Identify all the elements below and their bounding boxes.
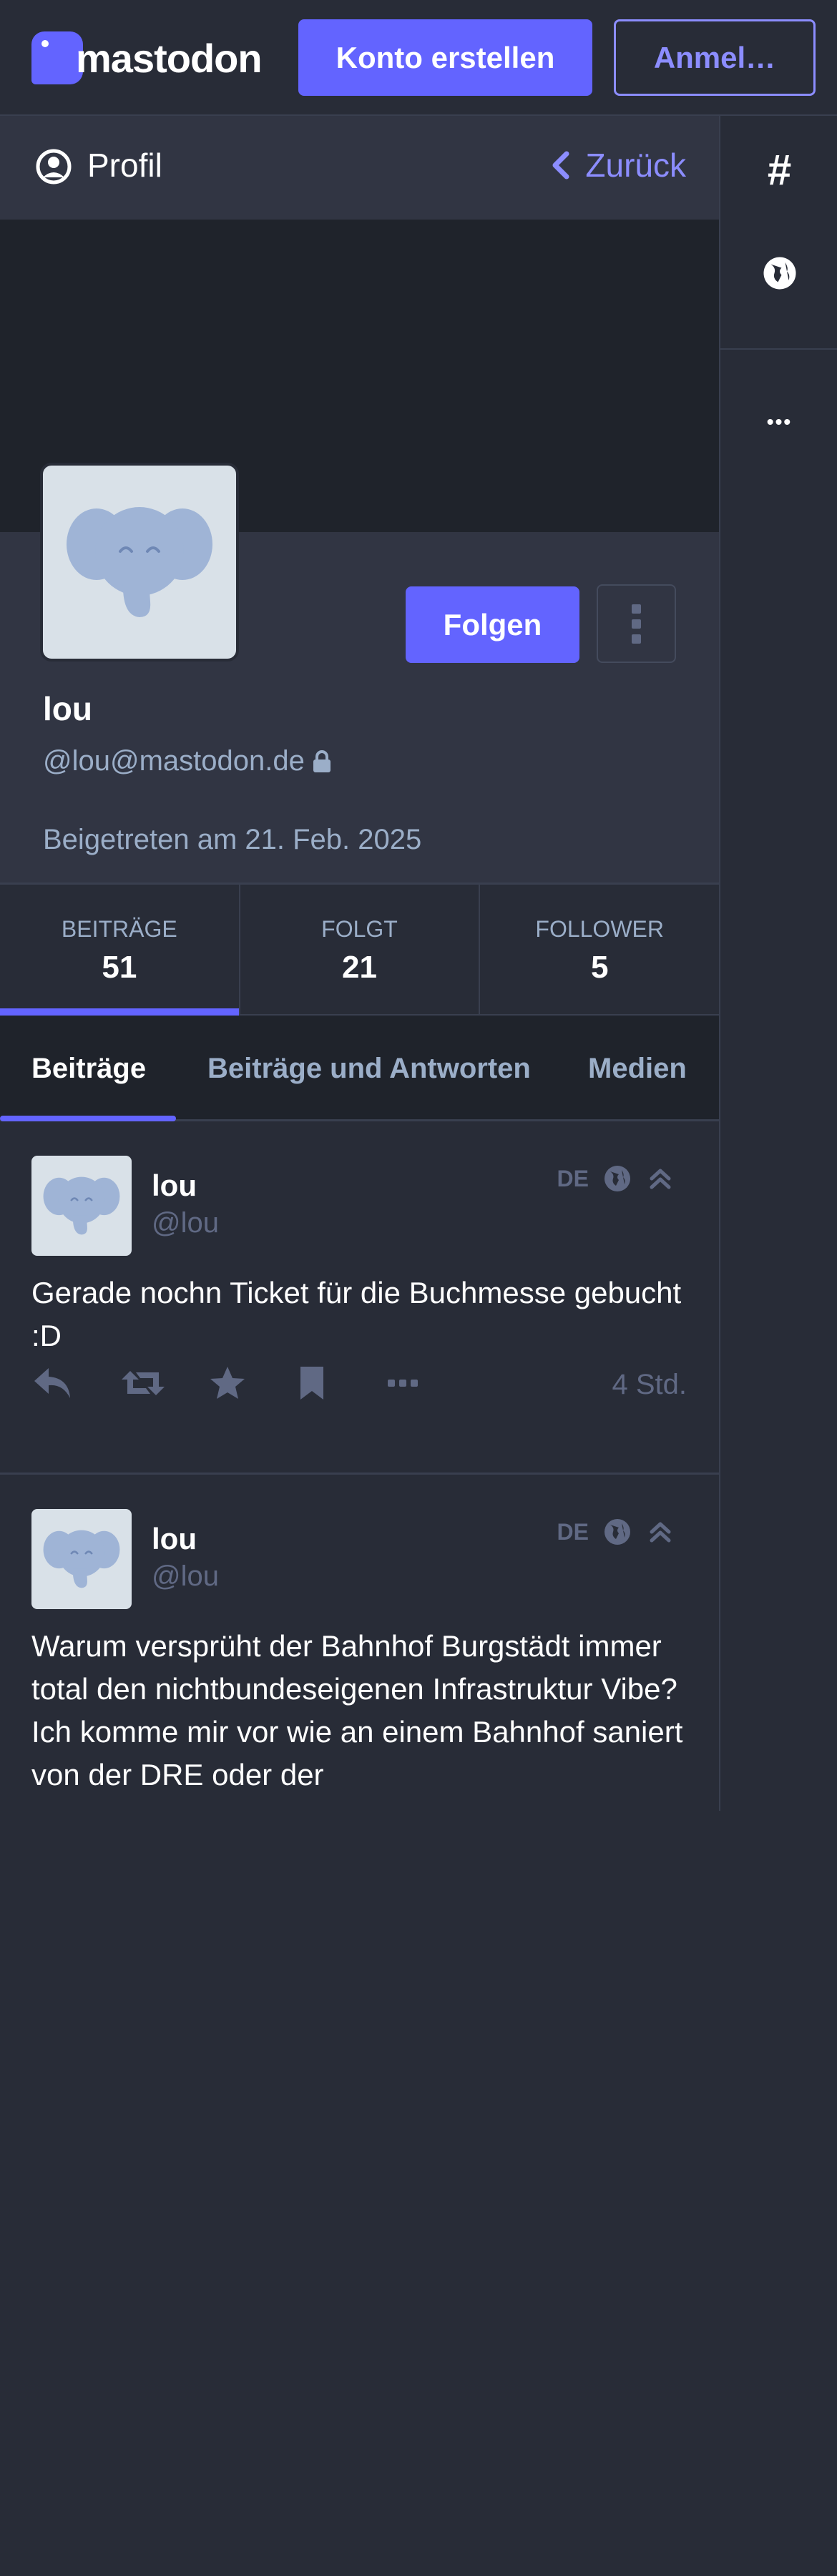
back-label: Zurück: [585, 147, 686, 184]
status-time[interactable]: 4 Std.: [612, 1369, 690, 1401]
tab-posts[interactable]: Beiträge: [31, 1016, 146, 1121]
globe-icon: [763, 257, 796, 290]
status-display-name[interactable]: lou: [152, 1522, 197, 1556]
top-bar: mastodon Konto erstellen Anmel…: [0, 0, 837, 116]
more-icon: [388, 1379, 418, 1387]
status-handle[interactable]: @lou: [152, 1207, 219, 1239]
collapse-icon[interactable]: [646, 1518, 675, 1546]
profile-counters: BEITRÄGE 51 FOLGT 21 FOLLOWER 5: [0, 883, 719, 1016]
active-tab-indicator: [0, 1116, 176, 1121]
counter-value: 51: [102, 950, 137, 985]
status-avatar[interactable]: [31, 1509, 132, 1609]
joined-date: Beigetreten am 21. Feb. 2025: [43, 824, 422, 855]
column-title: Profil: [87, 147, 162, 184]
language-badge: DE: [557, 1165, 589, 1191]
collapse-icon[interactable]: [646, 1164, 675, 1193]
logo-text: mastodon: [76, 35, 263, 81]
column-header: Profil Zurück: [0, 116, 719, 220]
status-content: Gerade nochn Ticket für die Buchmesse ge…: [31, 1276, 682, 1352]
display-name: lou: [43, 690, 92, 727]
profile-tabs: Beiträge Beiträge und Antworten Medien: [0, 1016, 719, 1121]
menu-dot: [632, 619, 641, 629]
reply-button[interactable]: [31, 1365, 120, 1405]
status-action-bar: 4 Std.: [31, 1356, 690, 1413]
bookmark-icon: [300, 1366, 323, 1400]
create-account-button[interactable]: Konto erstellen: [298, 19, 592, 96]
status-item[interactable]: lou @lou DE Gerade nochn Ticket für die …: [0, 1121, 719, 1475]
favourite-button[interactable]: [209, 1365, 298, 1405]
tab-posts-and-replies[interactable]: Beiträge und Antworten: [207, 1016, 531, 1121]
counter-label: FOLGT: [321, 916, 398, 942]
counter-label: BEITRÄGE: [61, 916, 177, 942]
counter-label: FOLLOWER: [535, 916, 664, 942]
more-button[interactable]: [386, 1376, 475, 1394]
sidebar-divider: [720, 348, 837, 350]
reply-icon: [34, 1367, 70, 1398]
hashtag-nav-button[interactable]: #: [720, 119, 837, 220]
menu-dot: [632, 604, 641, 614]
elephant-avatar-icon: [43, 1176, 120, 1235]
status-meta: DE: [557, 1164, 675, 1193]
elephant-avatar-icon: [43, 1530, 120, 1588]
star-icon: [210, 1366, 245, 1399]
bookmark-button[interactable]: [298, 1365, 386, 1405]
counter-value: 21: [342, 950, 377, 985]
counter-value: 5: [590, 950, 609, 985]
counter-posts[interactable]: BEITRÄGE 51: [0, 885, 240, 1016]
user-circle-icon: [36, 149, 72, 185]
tab-media[interactable]: Medien: [588, 1016, 687, 1121]
account-handle: @lou@mastodon.de: [43, 745, 332, 777]
counter-following[interactable]: FOLGT 21: [240, 885, 481, 1014]
boost-button[interactable]: [120, 1365, 209, 1405]
profile-avatar[interactable]: [40, 463, 239, 662]
explore-nav-button[interactable]: [720, 223, 837, 323]
navigation-sidebar: # •••: [719, 116, 837, 1811]
status-actions: [31, 2519, 690, 2576]
login-button[interactable]: Anmel…: [614, 19, 816, 96]
more-icon: •••: [766, 411, 793, 433]
profile-column: Profil Zurück Folgen lou @lou@mastodon.d…: [0, 116, 719, 1811]
language-badge: DE: [557, 1518, 589, 1545]
hashtag-icon: #: [767, 145, 792, 194]
status-item[interactable]: lou @lou DE Warum versprüht der Bahnhof …: [0, 1475, 719, 1811]
status-avatar[interactable]: [31, 1156, 132, 1256]
more-nav-button[interactable]: •••: [720, 372, 837, 472]
profile-menu-button[interactable]: [597, 584, 676, 663]
globe-icon[interactable]: [603, 1164, 632, 1193]
status-meta: DE: [557, 1518, 675, 1546]
back-button[interactable]: Zurück: [551, 146, 686, 185]
mastodon-logo[interactable]: mastodon: [31, 31, 263, 84]
status-content: Warum versprüht der Bahnhof Burgstädt im…: [31, 1629, 683, 1791]
status-handle[interactable]: @lou: [152, 1560, 219, 1593]
globe-icon[interactable]: [603, 1518, 632, 1546]
lock-icon: [313, 749, 331, 772]
follow-button[interactable]: Folgen: [406, 586, 579, 663]
account-handle-text: @lou@mastodon.de: [43, 745, 305, 777]
menu-dot: [632, 634, 641, 644]
status-display-name[interactable]: lou: [152, 1169, 197, 1203]
chevron-left-icon: [552, 151, 569, 180]
counter-followers[interactable]: FOLLOWER 5: [480, 885, 719, 1014]
elephant-avatar-icon: [67, 507, 212, 617]
boost-icon: [122, 1370, 165, 1395]
